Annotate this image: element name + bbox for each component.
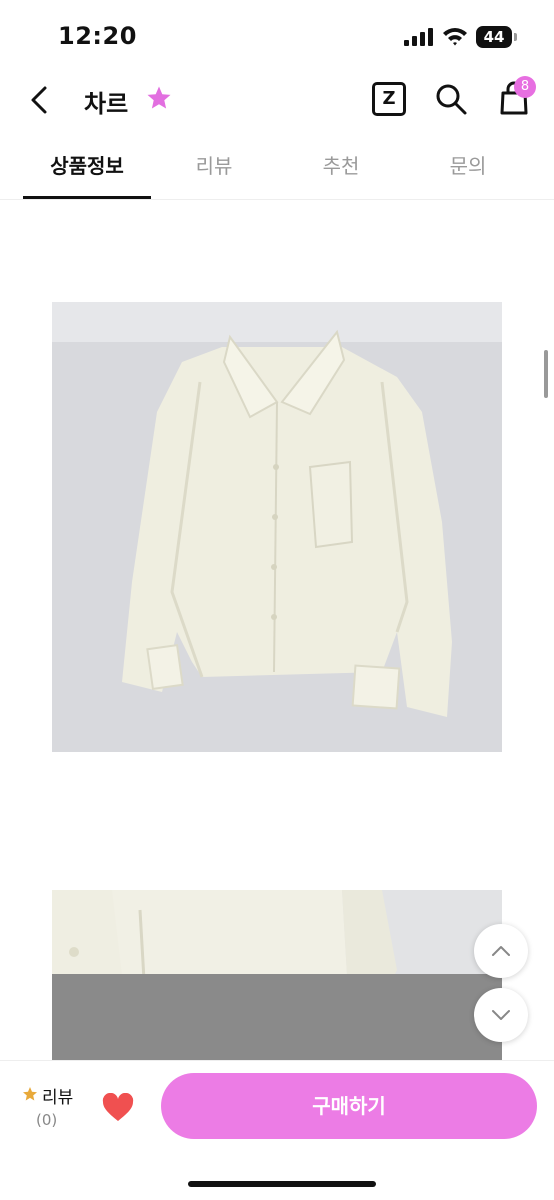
cart-count-badge: 8 [514, 76, 536, 98]
tab-inquiry[interactable]: 문의 [404, 140, 532, 200]
app-header: 차르 Z [0, 70, 554, 130]
battery-level: 44 [483, 28, 505, 46]
product-tabs: 상품정보 리뷰 추천 문의 [0, 140, 554, 200]
search-icon[interactable] [434, 82, 468, 116]
status-time: 12:20 [58, 22, 137, 50]
shop-name[interactable]: 차르 [84, 84, 128, 119]
tab-recommendations[interactable]: 추천 [277, 140, 405, 200]
active-tab-indicator [23, 196, 151, 199]
product-detail-image [52, 890, 502, 1060]
scrollbar[interactable] [544, 350, 548, 398]
home-indicator [188, 1181, 376, 1187]
battery-icon: 44 [476, 26, 518, 48]
heart-icon[interactable] [102, 1093, 134, 1123]
buy-button[interactable]: 구매하기 [161, 1073, 537, 1139]
tab-reviews[interactable]: 리뷰 [150, 140, 278, 200]
chevron-down-icon [492, 1010, 510, 1020]
image-dim-overlay [52, 974, 502, 1060]
z-icon[interactable]: Z [372, 82, 406, 116]
review-star-icon [23, 1087, 37, 1101]
wifi-icon [443, 28, 467, 46]
product-image [52, 302, 502, 752]
tab-product-info[interactable]: 상품정보 [23, 140, 151, 200]
chevron-up-icon [492, 946, 510, 956]
review-count: (0) [36, 1111, 58, 1129]
status-bar: 12:20 44 [0, 0, 554, 70]
cellular-signal-icon [404, 28, 433, 46]
star-icon[interactable] [146, 85, 172, 111]
bottom-action-bar: 리뷰 (0) 구매하기 [0, 1060, 554, 1200]
back-icon[interactable] [22, 82, 58, 118]
review-label[interactable]: 리뷰 [42, 1083, 73, 1108]
scroll-down-button[interactable] [474, 988, 528, 1042]
scroll-up-button[interactable] [474, 924, 528, 978]
